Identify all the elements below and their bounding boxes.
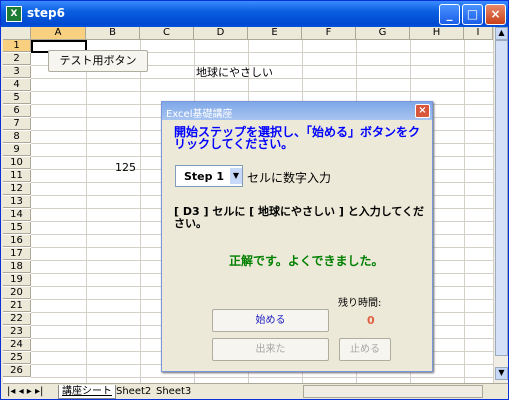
- step-description: セルに数字入力: [247, 171, 332, 185]
- row-header[interactable]: 13: [3, 196, 31, 208]
- row-header[interactable]: 19: [3, 274, 31, 286]
- task-text: [ D3 ] セルに [ 地球にやさしい ] と入力してください。: [174, 205, 425, 230]
- row-header[interactable]: 4: [3, 79, 31, 91]
- window-title: step6: [27, 6, 65, 20]
- col-header[interactable]: H: [410, 27, 464, 40]
- tab-nav-icon[interactable]: |◂ ◂ ▸ ▸|: [7, 385, 43, 398]
- row-header[interactable]: 3: [3, 66, 31, 78]
- row-header[interactable]: 12: [3, 183, 31, 195]
- col-header[interactable]: F: [302, 27, 356, 40]
- select-all-corner[interactable]: [3, 27, 31, 40]
- done-button[interactable]: 出来た: [212, 338, 329, 361]
- chevron-down-icon[interactable]: ▼: [230, 168, 242, 184]
- step-dropdown[interactable]: Step 1 ▼: [175, 165, 243, 187]
- col-header[interactable]: B: [86, 27, 140, 40]
- row-header[interactable]: 16: [3, 235, 31, 247]
- row-header[interactable]: 24: [3, 339, 31, 351]
- cell-b10[interactable]: 125: [115, 162, 136, 174]
- tab-sheet3[interactable]: Sheet3: [153, 385, 194, 398]
- scroll-up-icon[interactable]: ▲: [495, 27, 508, 40]
- result-message: 正解です。よくできました。: [229, 254, 384, 268]
- step-dropdown-value: Step 1: [184, 170, 224, 183]
- row-header[interactable]: 21: [3, 300, 31, 312]
- row-header[interactable]: 10: [3, 157, 31, 169]
- horizontal-scrollbar[interactable]: [303, 385, 483, 398]
- row-header[interactable]: 14: [3, 209, 31, 221]
- col-header[interactable]: C: [140, 27, 194, 40]
- dialog-title: Excel基礎講座: [166, 109, 233, 120]
- dialog-close-icon[interactable]: ×: [415, 104, 430, 118]
- dialog-title-bar[interactable]: Excel基礎講座 ×: [162, 102, 432, 120]
- vertical-scrollbar[interactable]: ▲ ▼: [493, 27, 508, 383]
- cell-d3[interactable]: 地球にやさしい: [196, 67, 273, 79]
- col-header[interactable]: D: [194, 27, 248, 40]
- row-header[interactable]: 9: [3, 144, 31, 156]
- close-button[interactable]: ×: [485, 4, 506, 25]
- maximize-button[interactable]: □: [462, 4, 483, 25]
- row-header[interactable]: 18: [3, 261, 31, 273]
- scroll-thumb[interactable]: [495, 40, 508, 356]
- row-header[interactable]: 6: [3, 105, 31, 117]
- application-window: X step6 _ □ × A B C D E F G H I 12345678…: [0, 0, 509, 400]
- col-header[interactable]: E: [248, 27, 302, 40]
- minimize-button[interactable]: _: [439, 4, 460, 25]
- row-header[interactable]: 8: [3, 131, 31, 143]
- test-button[interactable]: テスト用ボタン: [48, 50, 148, 72]
- instruction-text: 開始ステップを選択し、「始める」ボタンをクリックしてください。: [174, 125, 421, 151]
- row-header[interactable]: 23: [3, 326, 31, 338]
- row-header[interactable]: 26: [3, 365, 31, 377]
- stop-button[interactable]: 止める: [339, 338, 391, 361]
- timer-value: 0: [367, 314, 375, 327]
- row-header[interactable]: 15: [3, 222, 31, 234]
- title-bar[interactable]: X step6 _ □ ×: [1, 1, 508, 27]
- col-header[interactable]: A: [31, 27, 86, 40]
- col-header[interactable]: I: [464, 27, 493, 40]
- row-header[interactable]: 20: [3, 287, 31, 299]
- row-header[interactable]: 22: [3, 313, 31, 325]
- timer-label: 残り時間:: [338, 298, 382, 309]
- row-header[interactable]: 5: [3, 92, 31, 104]
- row-header[interactable]: 2: [3, 53, 31, 65]
- row-header[interactable]: 7: [3, 118, 31, 130]
- tab-koza-sheet[interactable]: 講座シート: [58, 385, 116, 399]
- row-header[interactable]: 11: [3, 170, 31, 182]
- sheet-tab-bar: |◂ ◂ ▸ ▸| 講座シート Sheet2 Sheet3: [3, 383, 508, 399]
- row-header[interactable]: 17: [3, 248, 31, 260]
- start-button[interactable]: 始める: [212, 309, 329, 332]
- scroll-down-icon[interactable]: ▼: [495, 367, 508, 380]
- col-header[interactable]: G: [356, 27, 410, 40]
- tab-sheet2[interactable]: Sheet2: [113, 385, 154, 398]
- row-header[interactable]: 25: [3, 352, 31, 364]
- row-header[interactable]: 1: [3, 40, 31, 52]
- excel-icon: X: [6, 6, 22, 22]
- excel-course-dialog: Excel基礎講座 × 開始ステップを選択し、「始める」ボタンをクリックしてくだ…: [161, 101, 433, 372]
